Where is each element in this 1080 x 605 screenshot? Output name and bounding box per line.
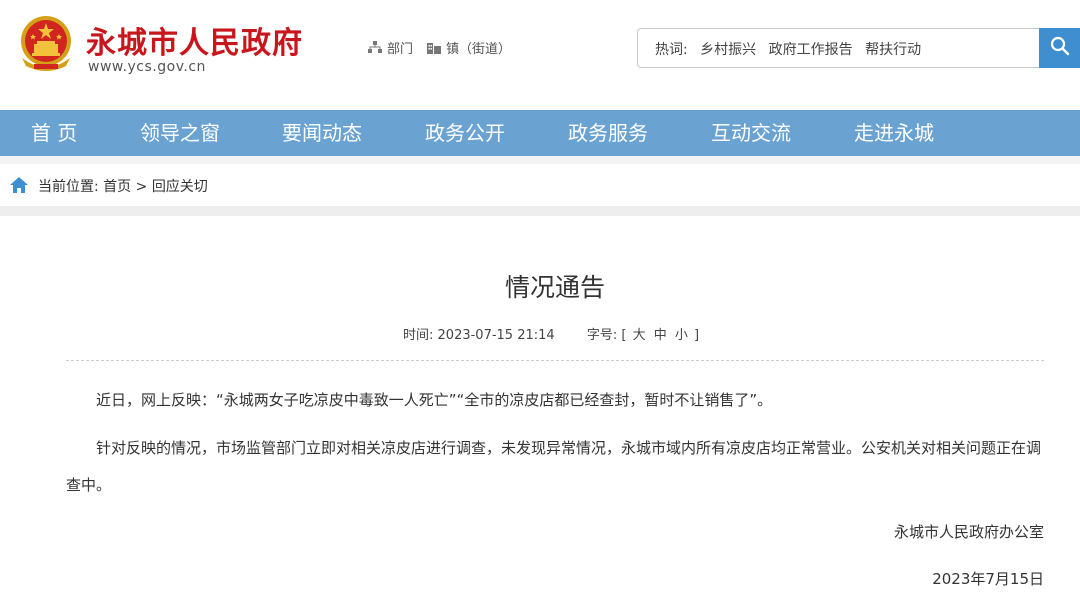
article-divider [66,360,1044,361]
breadcrumb-prefix: 当前位置: [38,179,99,195]
nav-item-leaders[interactable]: 领导之窗 [140,110,220,156]
site-header: 永城市人民政府 www.ycs.gov.cn 部门 镇（街道） 热词: 乡村振兴… [0,0,1080,110]
hot-words: 热词: 乡村振兴 政府工作报告 帮扶行动 [655,39,929,59]
hot-word[interactable]: 乡村振兴 [700,42,756,58]
nav-item-interaction[interactable]: 互动交流 [711,110,791,156]
national-emblem-icon [16,14,76,76]
article-meta: 时间: 2023-07-15 21:14 字号: [ 大 中 小 ] [403,324,699,343]
quick-links: 部门 镇（街道） [368,38,511,57]
building-icon [427,41,442,54]
nav-item-public-affairs[interactable]: 政务公开 [425,110,505,156]
article-paragraph: 针对反映的情况，市场监管部门立即对相关凉皮店进行调查，未发现异常情况，永城市域内… [66,439,1042,494]
site-domain: www.ycs.gov.cn [88,59,206,75]
home-icon [9,176,29,198]
site-title[interactable]: 永城市人民政府 [86,18,303,62]
content-top-strip [0,206,1080,216]
hot-words-label: 热词: [655,42,688,58]
font-size-control: 字号: [ 大 中 小 ] [587,328,699,343]
nav-item-services[interactable]: 政务服务 [568,110,648,156]
font-size-bracket-open: [ [621,328,627,343]
font-size-small-button[interactable]: 小 [675,328,688,343]
font-size-large-button[interactable]: 大 [633,328,646,343]
breadcrumb-current[interactable]: 回应关切 [152,179,208,195]
article-date: 2023年7月15日 [932,570,1044,588]
hot-word[interactable]: 帮扶行动 [865,42,921,58]
search-input[interactable]: 热词: 乡村振兴 政府工作报告 帮扶行动 [637,28,1039,68]
article-paragraph: 近日，网上反映：“永城两女子吃凉皮中毒致一人死亡”“全市的凉皮店都已经查封，暂时… [96,391,773,409]
breadcrumb-home-link[interactable]: 首页 [103,179,131,195]
nav-item-news[interactable]: 要闻动态 [282,110,362,156]
org-chart-icon [368,41,382,54]
font-size-bracket-close: ] [694,328,700,343]
breadcrumb-separator: > [135,179,148,195]
breadcrumb: 当前位置: 首页 > 回应关切 [0,164,1080,206]
quick-link-towns[interactable]: 镇（街道） [427,38,511,57]
main-nav: 首 页 领导之窗 要闻动态 政务公开 政务服务 互动交流 走进永城 [0,110,1080,156]
hot-word[interactable]: 政府工作报告 [769,42,853,58]
publish-time: 2023-07-15 21:14 [437,328,555,343]
quick-link-departments[interactable]: 部门 [368,38,413,57]
quick-link-label: 镇（街道） [446,42,512,57]
nav-item-home[interactable]: 首 页 [31,110,77,156]
font-size-medium-button[interactable]: 中 [654,328,667,343]
font-size-label: 字号: [586,328,618,343]
breadcrumb-text: 当前位置: 首页 > 回应关切 [38,176,208,196]
search-icon [1050,36,1070,60]
search-button[interactable] [1039,28,1080,68]
article-title: 情况通告 [504,273,605,302]
nav-item-about-city[interactable]: 走进永城 [854,110,934,156]
time-label: 时间: [403,328,434,343]
quick-link-label: 部门 [387,42,414,57]
article-signature: 永城市人民政府办公室 [893,523,1044,541]
nav-bottom-strip [0,156,1080,164]
